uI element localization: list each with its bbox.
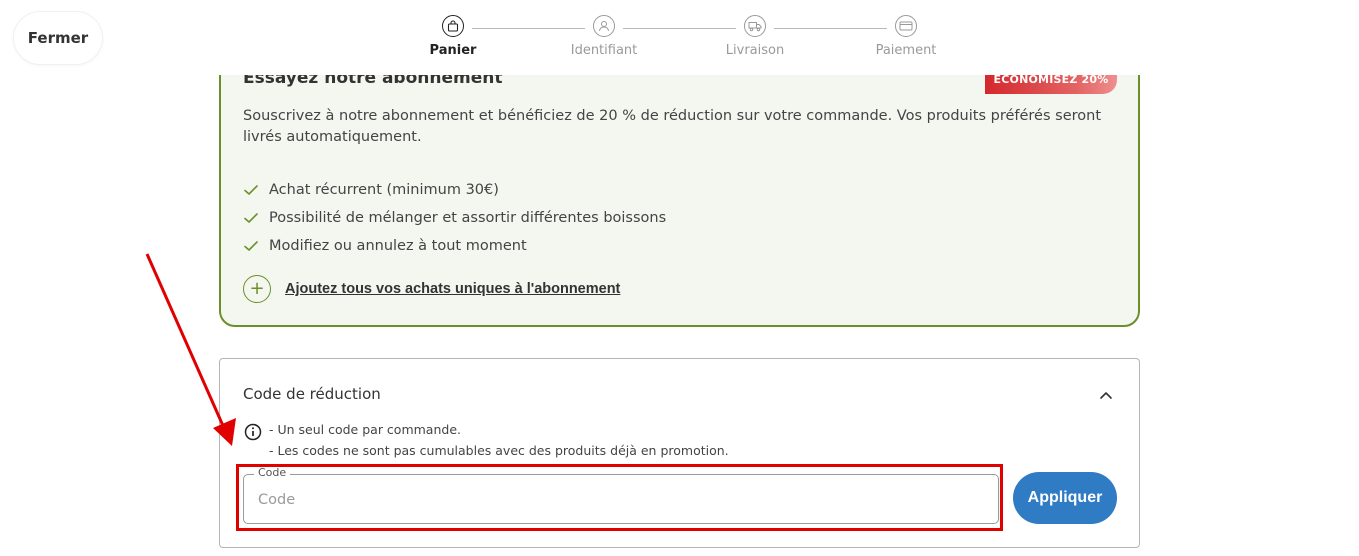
step-label: Panier [429,43,477,58]
plus-circle-icon[interactable]: + [243,275,271,303]
checkout-stepper: Panier Identifiant Livraison Paiement [0,0,1359,75]
step-label: Livraison [725,43,785,58]
check-icon [243,210,259,226]
highlight-box [236,464,1003,531]
discount-title: Code de réduction [243,385,381,403]
shopping-bag-icon [442,15,464,37]
subscription-description: Souscrivez à notre abonnement et bénéfic… [243,108,1102,145]
benefit-item: Achat récurrent (minimum 30€) [243,176,666,204]
benefits-list: Achat récurrent (minimum 30€) Possibilit… [243,176,666,260]
step-panier[interactable]: Panier [393,15,513,58]
discount-info: - Un seul code par commande. - Les codes… [269,420,729,461]
benefit-item: Modifiez ou annulez à tout moment [243,232,666,260]
add-all-to-subscription-link[interactable]: + Ajoutez tous vos achats uniques à l'ab… [243,275,620,303]
step-livraison[interactable]: Livraison [695,15,815,58]
step-label: Identifiant [570,43,638,58]
benefit-text: Modifiez ou annulez à tout moment [269,238,527,254]
check-icon [243,238,259,254]
step-paiement[interactable]: Paiement [846,15,966,58]
info-icon [244,423,262,441]
benefit-text: Achat récurrent (minimum 30€) [269,182,499,198]
check-icon [243,182,259,198]
info-line: - Les codes ne sont pas cumulables avec … [269,442,729,458]
user-icon [593,15,615,37]
info-line: - Un seul code par commande. [269,422,461,437]
apply-button[interactable]: Appliquer [1013,472,1117,524]
subscription-card: Essayez notre abonnement ÉCONOMISEZ 20% … [219,40,1140,327]
benefit-text: Possibilité de mélanger et assortir diff… [269,210,667,226]
step-identifiant[interactable]: Identifiant [544,15,664,58]
add-link-text[interactable]: Ajoutez tous vos achats uniques à l'abon… [285,281,620,297]
chevron-up-icon[interactable] [1098,387,1114,401]
truck-icon [744,15,766,37]
benefit-item: Possibilité de mélanger et assortir diff… [243,204,666,232]
step-label: Paiement [875,43,937,58]
card-icon [895,15,917,37]
